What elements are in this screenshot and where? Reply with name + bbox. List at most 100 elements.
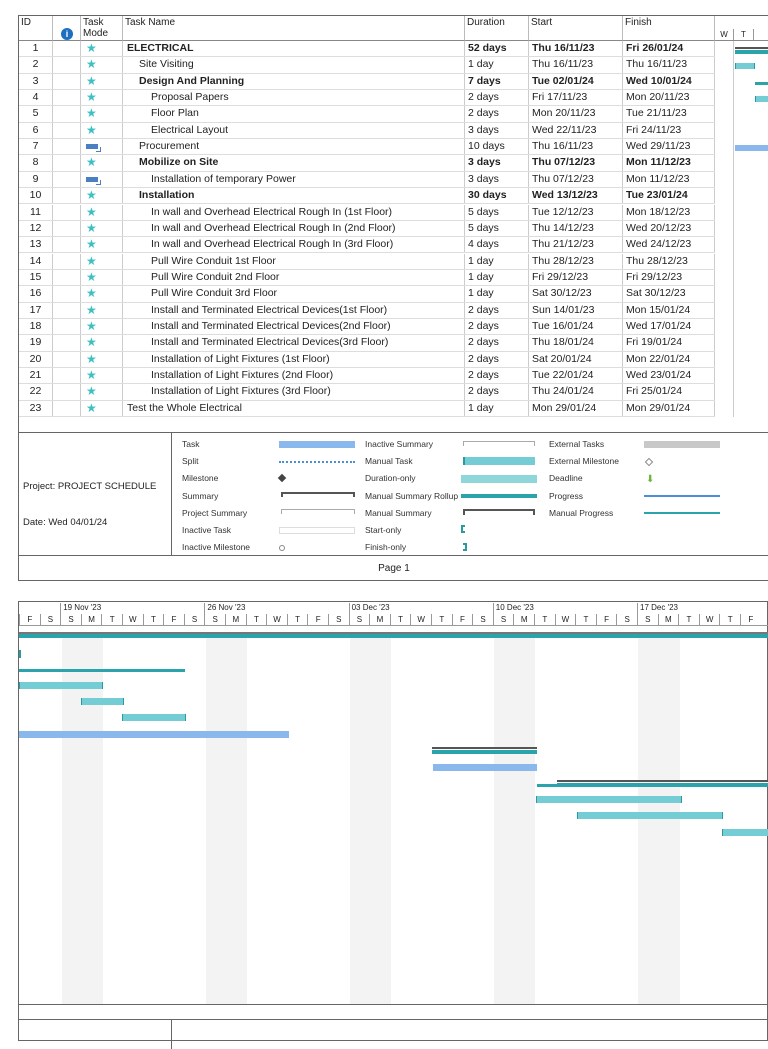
- task-name[interactable]: Pull Wire Conduit 2nd Floor: [123, 269, 465, 286]
- task-name[interactable]: Mobilize on Site: [123, 155, 465, 171]
- task-finish[interactable]: Mon 18/12/23: [623, 204, 715, 220]
- table-row[interactable]: 22 ★ Installation of Light Fixtures (3rd…: [19, 384, 715, 401]
- task-duration[interactable]: 10 days: [465, 139, 529, 155]
- table-row[interactable]: 13 ★ In wall and Overhead Electrical Rou…: [19, 237, 715, 254]
- table-row[interactable]: 1 ★ ELECTRICAL 52 days Thu 16/11/23 Fri …: [19, 41, 715, 58]
- task-duration[interactable]: 1 day: [465, 400, 529, 416]
- task-name[interactable]: Pull Wire Conduit 3rd Floor: [123, 286, 465, 302]
- task-name[interactable]: ELECTRICAL: [123, 41, 465, 57]
- task-start[interactable]: Sat 20/01/24: [529, 351, 623, 367]
- task-duration[interactable]: 5 days: [465, 220, 529, 237]
- task-name[interactable]: In wall and Overhead Electrical Rough In…: [123, 220, 465, 237]
- table-row[interactable]: 6 ★ Electrical Layout 3 days Wed 22/11/2…: [19, 122, 715, 140]
- task-start[interactable]: Thu 28/12/23: [529, 253, 623, 269]
- task-duration[interactable]: 3 days: [465, 155, 529, 171]
- task-duration[interactable]: 2 days: [465, 368, 529, 384]
- task-start[interactable]: Thu 07/12/23: [529, 155, 623, 171]
- task-start[interactable]: Thu 16/11/23: [529, 139, 623, 155]
- task-duration[interactable]: 2 days: [465, 90, 529, 106]
- task-name[interactable]: Site Visiting: [123, 57, 465, 73]
- table-row[interactable]: 18 ★ Install and Terminated Electrical D…: [19, 318, 715, 336]
- task-finish[interactable]: Wed 10/01/24: [623, 73, 715, 89]
- task-start[interactable]: Sun 14/01/23: [529, 302, 623, 318]
- task-start[interactable]: Thu 14/12/23: [529, 220, 623, 237]
- task-name[interactable]: Install and Terminated Electrical Device…: [123, 335, 465, 351]
- task-start[interactable]: Wed 13/12/23: [529, 188, 623, 204]
- task-duration[interactable]: 2 days: [465, 318, 529, 335]
- task-name[interactable]: Installation of Light Fixtures (2nd Floo…: [123, 368, 465, 384]
- task-name[interactable]: Test the Whole Electrical: [123, 400, 465, 416]
- task-name[interactable]: In wall and Overhead Electrical Rough In…: [123, 204, 465, 220]
- task-finish[interactable]: Mon 20/11/23: [623, 90, 715, 106]
- task-finish[interactable]: Wed 17/01/24: [623, 318, 715, 335]
- task-start[interactable]: Sat 30/12/23: [529, 286, 623, 302]
- table-row[interactable]: 5 ★ Floor Plan 2 days Mon 20/11/23 Tue 2…: [19, 106, 715, 123]
- task-finish[interactable]: Mon 15/01/24: [623, 302, 715, 318]
- table-row[interactable]: 9 Installation of temporary Power 3 days…: [19, 171, 715, 189]
- task-finish[interactable]: Wed 20/12/23: [623, 220, 715, 237]
- task-finish[interactable]: Fri 25/01/24: [623, 384, 715, 400]
- table-row[interactable]: 4 ★ Proposal Papers 2 days Fri 17/11/23 …: [19, 90, 715, 107]
- table-row[interactable]: 10 ★ Installation 30 days Wed 13/12/23 T…: [19, 188, 715, 205]
- task-start[interactable]: Mon 29/01/24: [529, 400, 623, 416]
- task-finish[interactable]: Wed 24/12/23: [623, 237, 715, 253]
- table-row[interactable]: 17 ★ Install and Terminated Electrical D…: [19, 302, 715, 319]
- task-finish[interactable]: Mon 11/12/23: [623, 171, 715, 188]
- task-name[interactable]: Proposal Papers: [123, 90, 465, 106]
- task-name[interactable]: Procurement: [123, 139, 465, 155]
- task-duration[interactable]: 30 days: [465, 188, 529, 204]
- task-duration[interactable]: 4 days: [465, 237, 529, 253]
- task-duration[interactable]: 2 days: [465, 384, 529, 400]
- table-row[interactable]: 11 ★ In wall and Overhead Electrical Rou…: [19, 204, 715, 221]
- table-row[interactable]: 15 ★ Pull Wire Conduit 2nd Floor 1 day F…: [19, 269, 715, 287]
- task-start[interactable]: Tue 16/01/24: [529, 318, 623, 335]
- task-finish[interactable]: Thu 28/12/23: [623, 253, 715, 269]
- task-finish[interactable]: Fri 26/01/24: [623, 41, 715, 57]
- task-start[interactable]: Wed 22/11/23: [529, 122, 623, 139]
- table-row[interactable]: 8 ★ Mobilize on Site 3 days Thu 07/12/23…: [19, 155, 715, 172]
- task-duration[interactable]: 2 days: [465, 335, 529, 351]
- task-start[interactable]: Thu 16/11/23: [529, 57, 623, 73]
- task-name[interactable]: Electrical Layout: [123, 122, 465, 139]
- task-duration[interactable]: 3 days: [465, 122, 529, 139]
- task-finish[interactable]: Tue 23/01/24: [623, 188, 715, 204]
- table-row[interactable]: 21 ★ Installation of Light Fixtures (2nd…: [19, 368, 715, 385]
- task-start[interactable]: Tue 02/01/24: [529, 73, 623, 89]
- task-duration[interactable]: 2 days: [465, 351, 529, 367]
- task-duration[interactable]: 3 days: [465, 171, 529, 188]
- task-start[interactable]: Thu 18/01/24: [529, 335, 623, 351]
- task-duration[interactable]: 1 day: [465, 286, 529, 302]
- task-duration[interactable]: 1 day: [465, 253, 529, 269]
- task-start[interactable]: Thu 07/12/23: [529, 171, 623, 188]
- table-row[interactable]: 3 ★ Design And Planning 7 days Tue 02/01…: [19, 73, 715, 90]
- table-row[interactable]: 7 Procurement 10 days Thu 16/11/23 Wed 2…: [19, 139, 715, 156]
- task-duration[interactable]: 5 days: [465, 204, 529, 220]
- task-start[interactable]: Mon 20/11/23: [529, 106, 623, 122]
- table-row[interactable]: 12 ★ In wall and Overhead Electrical Rou…: [19, 220, 715, 238]
- task-name[interactable]: Pull Wire Conduit 1st Floor: [123, 253, 465, 269]
- task-finish[interactable]: Tue 21/11/23: [623, 106, 715, 122]
- task-finish[interactable]: Wed 29/11/23: [623, 139, 715, 155]
- task-duration[interactable]: 1 day: [465, 57, 529, 73]
- table-row[interactable]: 16 ★ Pull Wire Conduit 3rd Floor 1 day S…: [19, 286, 715, 303]
- task-name[interactable]: Installation of Light Fixtures (1st Floo…: [123, 351, 465, 367]
- table-row[interactable]: 14 ★ Pull Wire Conduit 1st Floor 1 day T…: [19, 253, 715, 270]
- table-row[interactable]: 20 ★ Installation of Light Fixtures (1st…: [19, 351, 715, 368]
- task-start[interactable]: Fri 17/11/23: [529, 90, 623, 106]
- task-name[interactable]: Installation of Light Fixtures (3rd Floo…: [123, 384, 465, 400]
- task-start[interactable]: Fri 29/12/23: [529, 269, 623, 286]
- task-duration[interactable]: 7 days: [465, 73, 529, 89]
- task-finish[interactable]: Fri 24/11/23: [623, 122, 715, 139]
- task-start[interactable]: Tue 12/12/23: [529, 204, 623, 220]
- task-duration[interactable]: 1 day: [465, 269, 529, 286]
- task-name[interactable]: Install and Terminated Electrical Device…: [123, 302, 465, 318]
- task-start[interactable]: Thu 16/11/23: [529, 41, 623, 57]
- task-name[interactable]: Design And Planning: [123, 73, 465, 89]
- task-name[interactable]: In wall and Overhead Electrical Rough In…: [123, 237, 465, 253]
- task-start[interactable]: Thu 24/01/24: [529, 384, 623, 400]
- table-row[interactable]: 23 ★ Test the Whole Electrical 1 day Mon…: [19, 400, 715, 417]
- task-start[interactable]: Thu 21/12/23: [529, 237, 623, 253]
- task-finish[interactable]: Mon 29/01/24: [623, 400, 715, 416]
- task-finish[interactable]: Fri 29/12/23: [623, 269, 715, 286]
- task-duration[interactable]: 2 days: [465, 106, 529, 122]
